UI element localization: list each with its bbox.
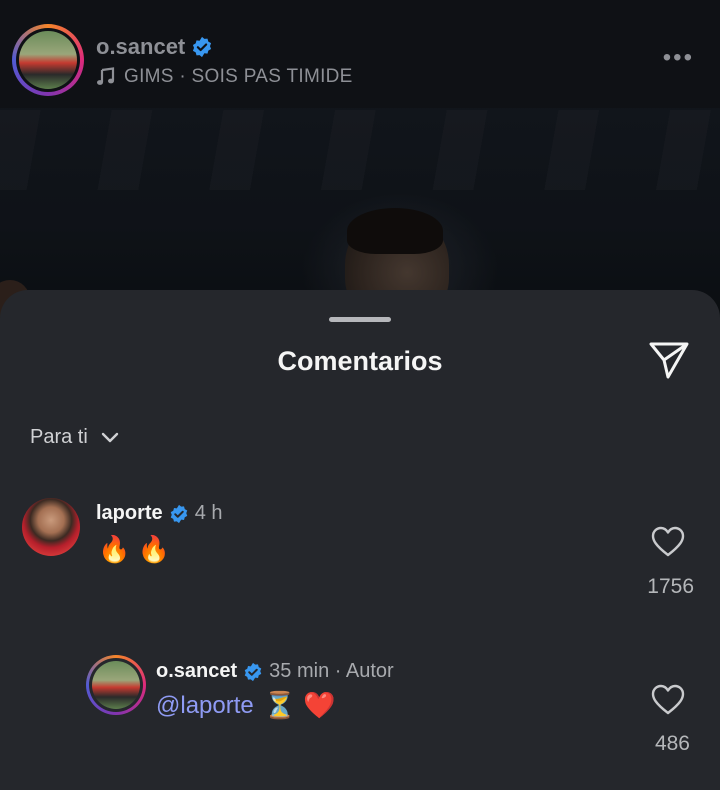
header-username[interactable]: o.sancet — [96, 34, 185, 60]
avatar-inner — [16, 28, 80, 92]
chevron-down-icon — [101, 432, 119, 442]
reel-header: o.sancet GIMS · SOIS PAS TIMIDE ••• — [0, 0, 720, 108]
reply-header: o.sancet 35 min · Autor — [156, 660, 394, 683]
sheet-title: Comentarios — [277, 346, 443, 376]
sort-filter-dropdown[interactable]: Para ti — [30, 426, 120, 449]
verified-icon — [170, 504, 187, 523]
verified-icon — [193, 36, 212, 58]
comment-text: 🔥 🔥 — [98, 534, 170, 564]
comment-time: 4 h — [194, 502, 223, 524]
heart-like-icon[interactable] — [651, 684, 685, 716]
mention-link[interactable]: @laporte — [156, 692, 254, 720]
music-label: GIMS · SOIS PAS TIMIDE — [124, 66, 353, 87]
more-options-icon[interactable]: ••• — [663, 44, 694, 72]
music-note-icon — [97, 67, 115, 85]
reply-text-row: @laporte ⏳ ❤️ — [156, 690, 336, 721]
sheet-drag-handle[interactable] — [329, 317, 391, 322]
like-count: 1756 — [647, 575, 694, 598]
music-track[interactable]: GIMS · SOIS PAS TIMIDE — [96, 66, 353, 88]
reply-text: ⏳ ❤️ — [263, 690, 336, 720]
header-username-row[interactable]: o.sancet — [96, 34, 213, 60]
heart-like-icon[interactable] — [651, 526, 685, 558]
reply-username[interactable]: o.sancet — [156, 660, 237, 683]
comment-avatar-osancet[interactable] — [86, 655, 146, 715]
filter-label: Para ti — [30, 426, 88, 448]
share-send-icon[interactable] — [648, 340, 690, 380]
comment-avatar-laporte[interactable] — [22, 498, 80, 556]
comment-header: laporte 4 h — [96, 502, 223, 525]
profile-avatar — [19, 31, 77, 89]
reply-time: 35 min · Autor — [269, 660, 394, 682]
avatar-inner — [89, 658, 143, 712]
comment-username[interactable]: laporte — [96, 502, 163, 525]
comments-sheet: Comentarios Para ti laporte 4 h 🔥 🔥 1756… — [0, 290, 720, 790]
verified-icon — [244, 662, 262, 681]
like-count: 486 — [654, 732, 690, 755]
avatar-image — [92, 661, 140, 709]
profile-avatar-ring[interactable] — [12, 24, 84, 96]
